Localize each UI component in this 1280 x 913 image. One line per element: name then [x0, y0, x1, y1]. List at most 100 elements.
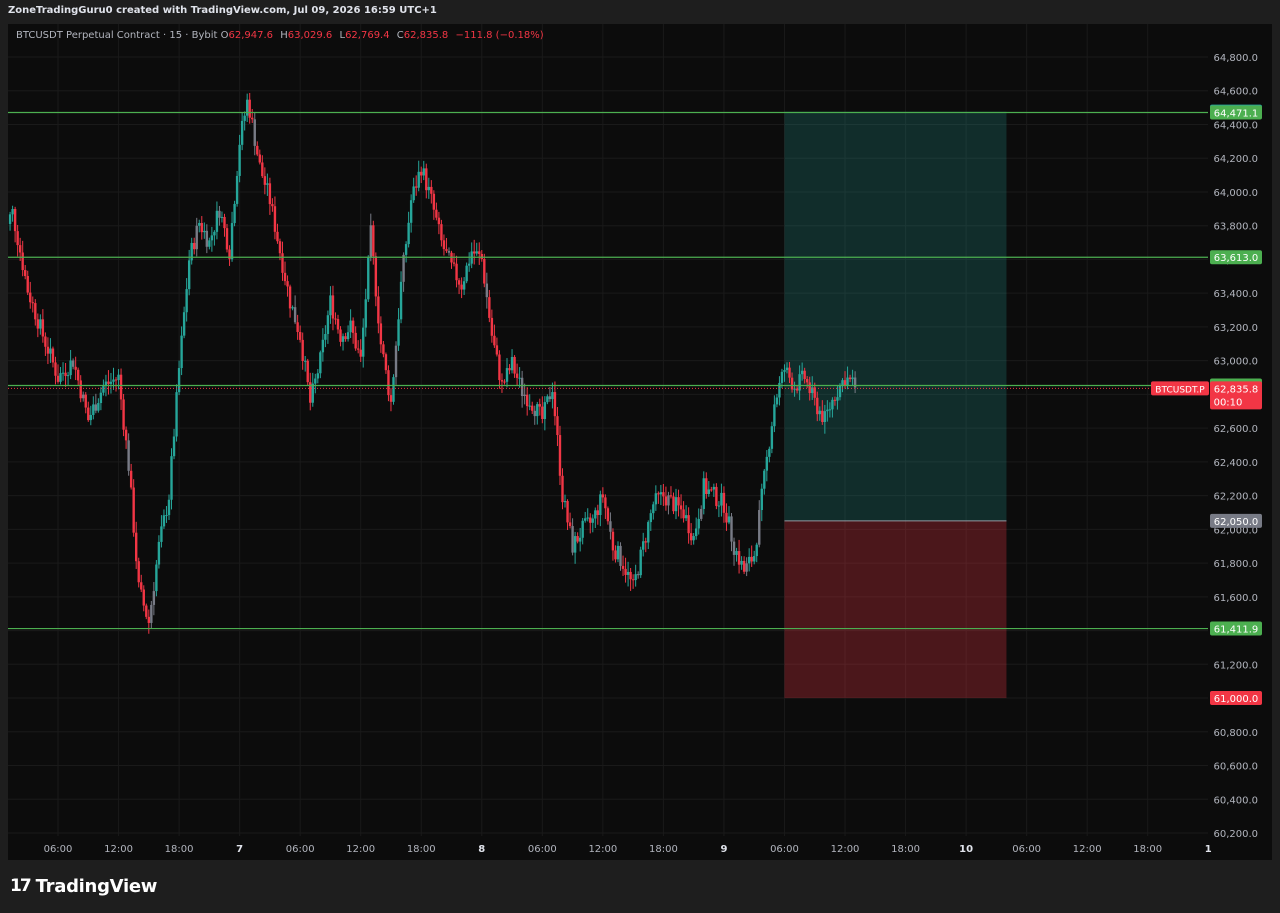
legend-open-label: O [220, 30, 229, 41]
candle-body [369, 225, 372, 257]
candle-body [291, 307, 294, 309]
candle-body [775, 397, 779, 405]
candle-body [599, 494, 602, 516]
candle-body [200, 223, 203, 233]
candle-body [225, 228, 229, 250]
candle-body [445, 249, 448, 251]
candle-body [293, 307, 297, 323]
candle-body [571, 526, 574, 553]
candle-body [402, 254, 405, 282]
candle-body [409, 200, 413, 223]
candle-body [134, 532, 138, 562]
candle-body [488, 297, 491, 318]
candle-body [339, 329, 342, 342]
candle-body [616, 545, 620, 560]
candle-body [92, 404, 95, 415]
level-badge: 61,411.9 [1214, 625, 1259, 636]
candle-body [467, 263, 471, 266]
candle-body [61, 372, 65, 374]
candle-body [505, 368, 509, 382]
x-tick-label: 8 [478, 844, 485, 855]
stop-loss-zone[interactable] [784, 520, 1007, 699]
legend-high-label: H [280, 30, 288, 41]
candle-body [684, 515, 688, 519]
candle-body [341, 336, 345, 342]
candle-body [515, 373, 519, 378]
candle-body [109, 381, 113, 384]
candle-body [319, 352, 322, 374]
candle-body [745, 563, 748, 572]
candle-body [382, 344, 385, 355]
x-tick-label: 12:00 [588, 844, 617, 855]
x-tick-label: 12:00 [104, 844, 133, 855]
candle-body [235, 175, 239, 204]
candle-body [785, 367, 789, 371]
candle-body [74, 366, 77, 370]
candle-body [387, 370, 390, 396]
candle-body [800, 370, 804, 375]
candle-body [735, 551, 738, 555]
candle-body [175, 392, 178, 437]
candle-body [495, 345, 499, 355]
candle-body [581, 520, 584, 538]
candle-body [490, 317, 494, 336]
candle-body [155, 564, 158, 592]
candle-body [39, 319, 42, 329]
candle-body [16, 231, 19, 246]
candle-body [841, 380, 844, 386]
y-tick-label: 61,200.0 [1213, 660, 1258, 671]
candle-body [311, 383, 314, 403]
candle-body [561, 475, 564, 503]
candle-body [553, 392, 557, 417]
candle-body [742, 560, 746, 572]
candle-body [692, 536, 695, 541]
candle-body [432, 193, 436, 210]
candle-body [758, 510, 761, 545]
candle-body [485, 283, 489, 298]
candle-body [606, 508, 610, 522]
candle-body [664, 496, 668, 506]
candle-body [705, 478, 708, 494]
profit-zone[interactable] [784, 111, 1007, 521]
x-tick-label: 1 [1205, 844, 1212, 855]
candle-body [672, 496, 675, 512]
candle-body [848, 377, 852, 380]
candle-body [324, 334, 327, 340]
candle-body [150, 604, 153, 623]
candle-body [276, 231, 279, 242]
x-tick-label: 06:00 [528, 844, 557, 855]
candle-body [541, 406, 544, 420]
candle-body [238, 144, 241, 176]
x-tick-label: 06:00 [1012, 844, 1041, 855]
candle-body [89, 414, 92, 421]
candle-body [659, 492, 663, 495]
candle-body [258, 154, 261, 163]
candle-body [720, 492, 723, 506]
y-tick-label: 64,400.0 [1213, 120, 1258, 131]
legend-high-value: 63,029.6 [287, 30, 333, 41]
tradingview-logo[interactable]: 17 TradingView [10, 876, 157, 897]
candle-body [566, 501, 569, 523]
candle-body [112, 379, 115, 382]
candle-body [687, 515, 690, 534]
candle-body [427, 186, 431, 191]
y-tick-label: 64,800.0 [1213, 53, 1258, 64]
candle-body [281, 253, 284, 273]
candle-body [205, 230, 209, 247]
candle-body [316, 373, 320, 379]
candle-body [629, 571, 632, 580]
candle-body [712, 486, 716, 490]
candle-body [26, 275, 29, 293]
candle-body [838, 385, 842, 398]
x-tick-label: 18:00 [1133, 844, 1162, 855]
candle-body [336, 319, 340, 330]
bottom-bar [0, 860, 1280, 913]
candle-body [631, 579, 635, 581]
price-chart[interactable]: 60,200.0 60,400.0 60,600.0 60,800.0 61,000.0… [0, 0, 1280, 913]
candle-body [220, 216, 224, 218]
candle-body [644, 541, 647, 543]
candle-body [377, 296, 380, 324]
candle-body [364, 299, 367, 328]
candle-body [682, 509, 685, 519]
candle-body [657, 493, 660, 495]
